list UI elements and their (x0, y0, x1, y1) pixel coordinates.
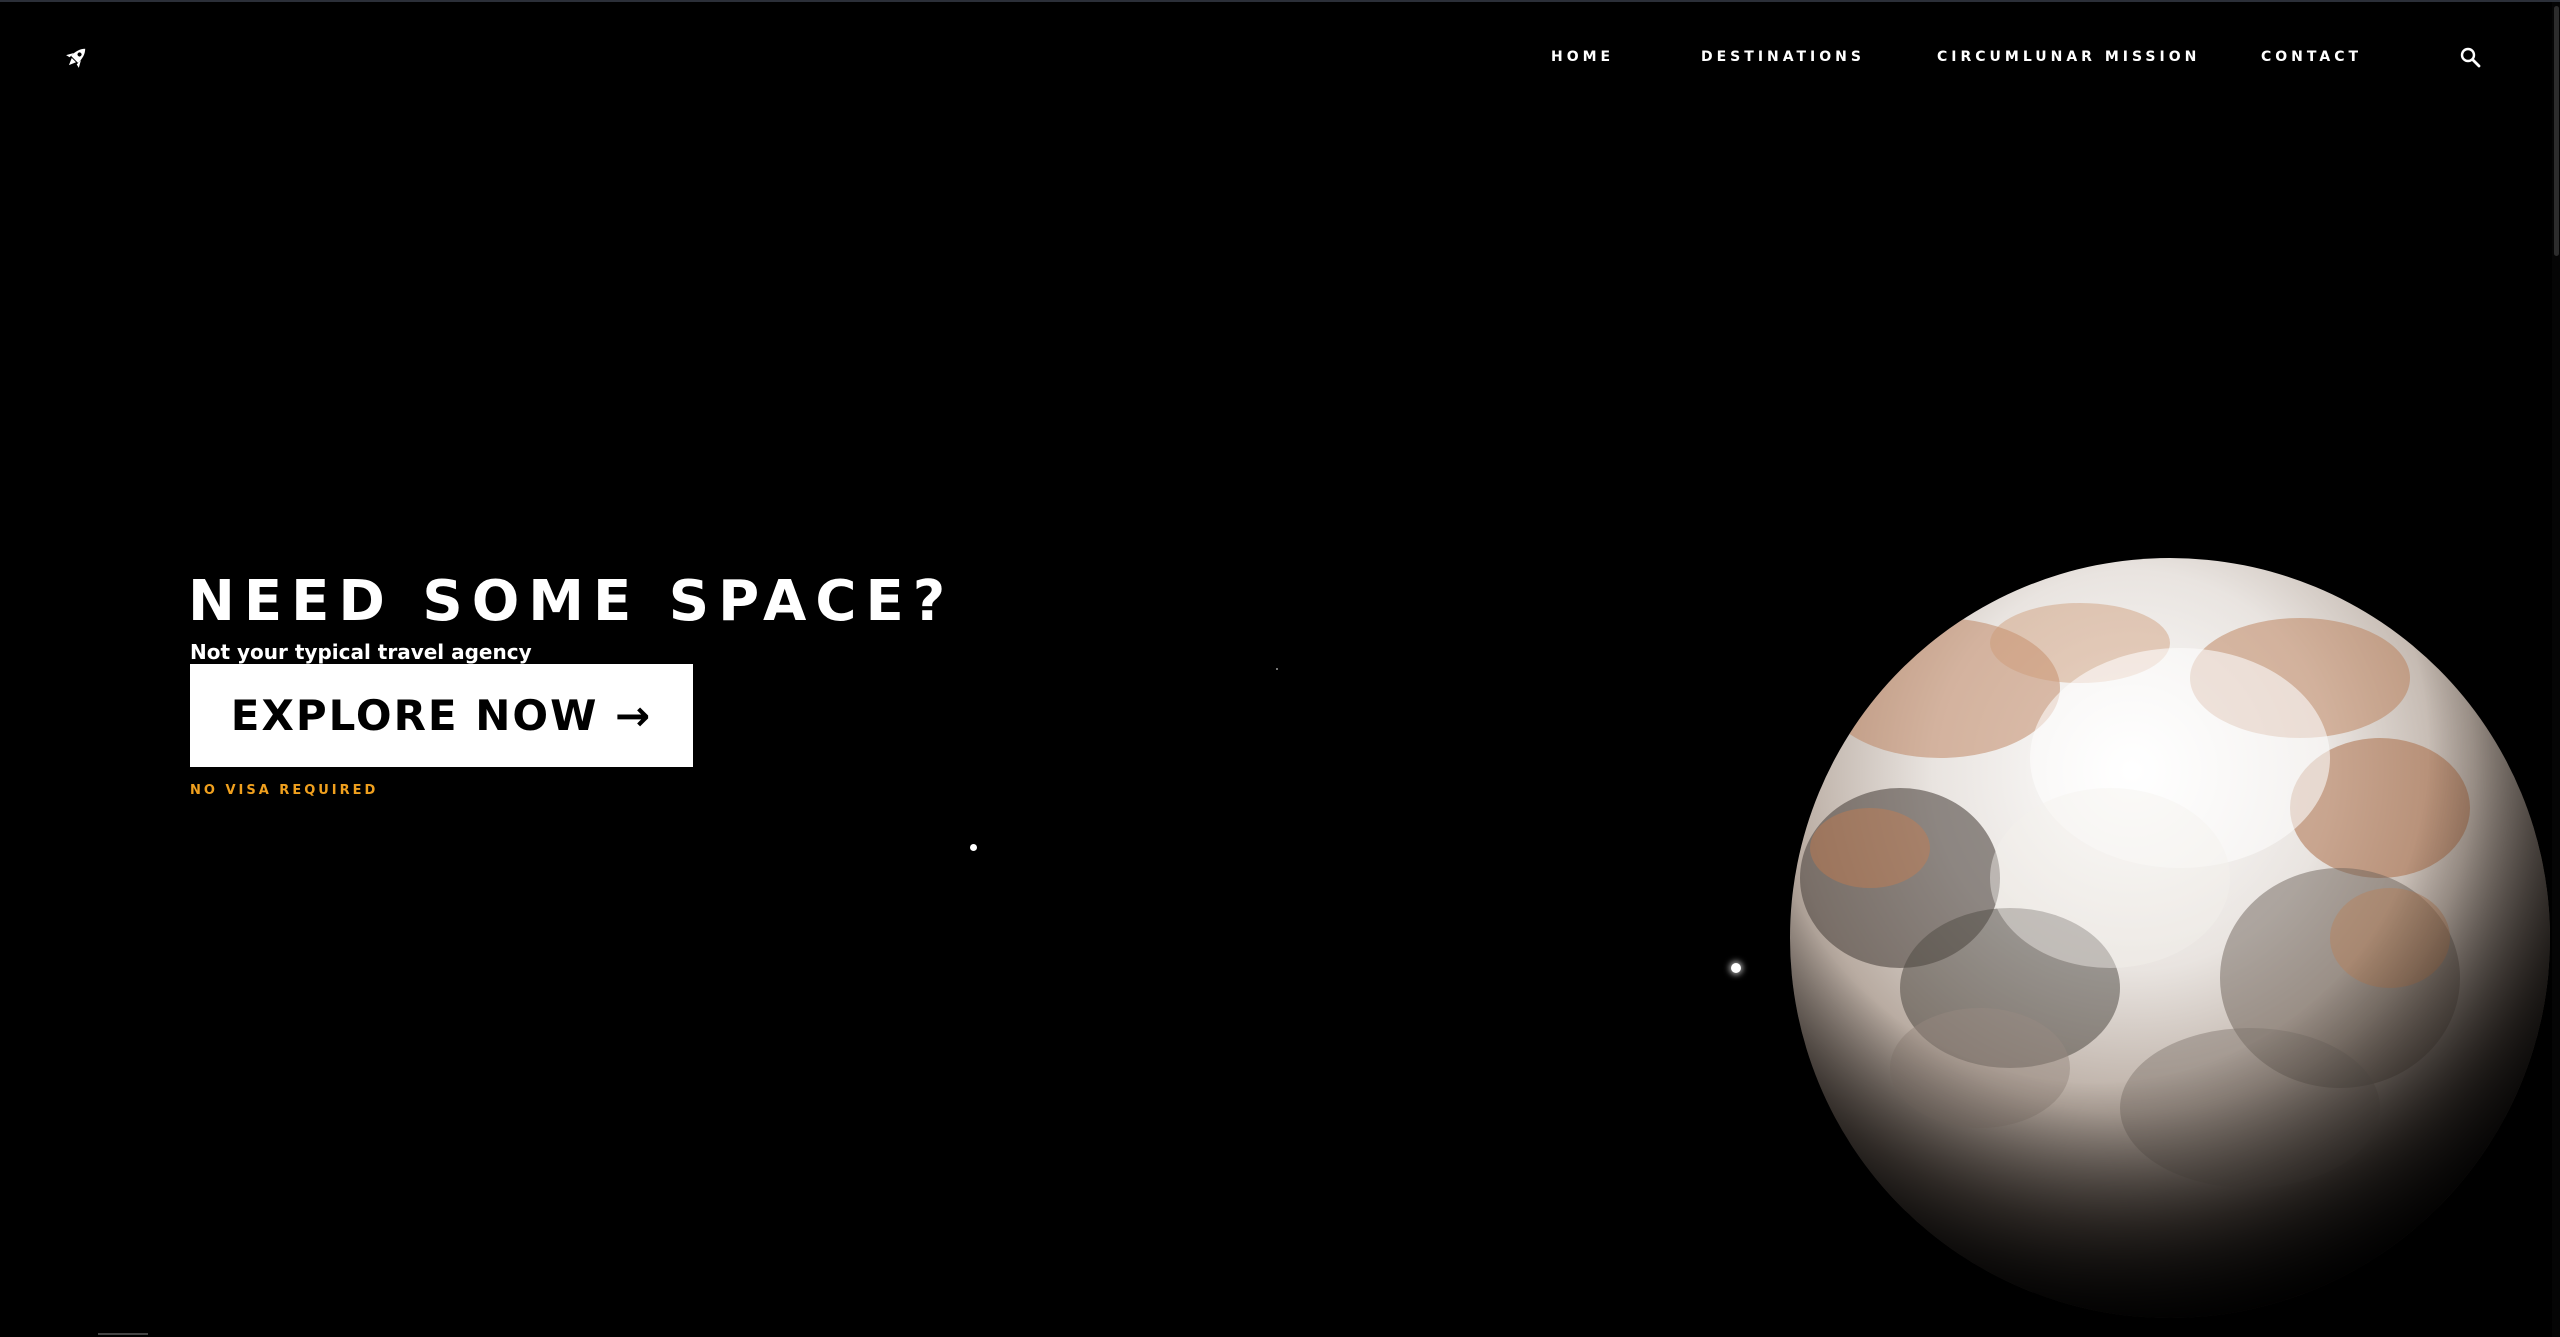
star-glowing (1731, 963, 1741, 973)
no-visa-note: NO VISA REQUIRED (190, 783, 379, 798)
hero-subtitle: Not your typical travel agency (190, 640, 532, 664)
nav-contact[interactable]: CONTACT (2261, 45, 2362, 69)
nav-destinations[interactable]: DESTINATIONS (1701, 45, 1865, 69)
hero-title: NEED SOME SPACE? (188, 568, 955, 634)
scroll-indicator (98, 1333, 148, 1335)
explore-now-button[interactable]: EXPLORE NOW → (190, 664, 693, 767)
vertical-scrollbar[interactable] (2552, 2, 2560, 1337)
window-top-border (0, 0, 2560, 2)
nav-circumlunar-mission[interactable]: CIRCUMLUNAR MISSION (1937, 45, 2200, 69)
scrollbar-thumb[interactable] (2554, 6, 2559, 256)
star-small (1276, 668, 1278, 670)
star-medium (970, 844, 977, 851)
main-nav: HOME DESTINATIONS CIRCUMLUNAR MISSION CO… (0, 45, 2560, 69)
search-icon[interactable] (2457, 44, 2483, 70)
planet-image (1780, 548, 2560, 1328)
nav-home[interactable]: HOME (1551, 45, 1614, 69)
